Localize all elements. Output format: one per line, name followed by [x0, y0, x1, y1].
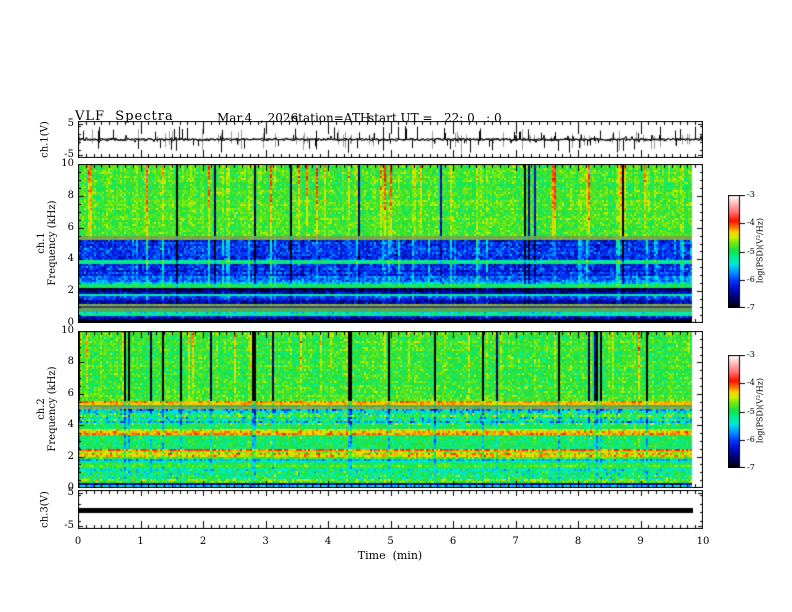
time-axis-tick-label: 7	[512, 536, 519, 547]
colorbar-tick-label: -6	[747, 434, 755, 444]
time-axis-tick-label: 1	[137, 536, 144, 547]
colorbar-tick-label: -5	[747, 406, 755, 416]
colorbar-tick-label: -6	[747, 274, 755, 284]
ch2-colorbar-unit-label: log(PSD)(V²/Hz)	[755, 377, 765, 443]
colorbar-tick-label: -4	[747, 378, 755, 388]
ch1-frequency-ytick-label: 2	[67, 285, 74, 297]
colorbar-tick-label: -3	[747, 190, 755, 199]
colorbar-tick-label: -3	[747, 350, 755, 359]
colorbar-tick-label: -7	[747, 463, 755, 472]
ch1-frequency-ytick-label: 4	[67, 253, 74, 265]
ch2-frequency-ylabel: ch.2 Frequency (kHz)	[36, 329, 58, 489]
time-axis-tick-label: 2	[199, 536, 207, 547]
ch1-frequency-ylabel: ch.1 Frequency (kHz)	[36, 163, 58, 323]
time-axis-tick-label: 9	[637, 536, 644, 547]
ch2-frequency-ylabel-line2: Frequency (kHz)	[47, 365, 58, 452]
ch1-frequency-ytick-label: 10	[61, 158, 74, 169]
time-axis-title: Time (min)	[357, 549, 423, 562]
ch1-frequency-ylabel-line2: Frequency (kHz)	[47, 199, 58, 286]
ch3-voltage-ytick-label: -5	[64, 520, 74, 532]
ch2-frequency-ytick-label: 2	[67, 450, 74, 462]
ch3-waveform-panel	[78, 490, 703, 529]
time-axis-tick-label: 4	[324, 536, 332, 547]
ch2-frequency-ytick-label: 6	[67, 387, 74, 399]
ch1-voltage-ytick-label: 5	[67, 117, 74, 129]
ch2-frequency-ytick-label: 8	[67, 356, 74, 368]
time-axis-tick-label: 6	[449, 536, 457, 547]
ch1-frequency-ytick-label: 6	[67, 221, 74, 233]
ch3-voltage-ylabel: ch.3(V)	[39, 490, 51, 528]
time-axis-tick-label: 3	[262, 536, 269, 547]
ch1-colorbar-unit-label: log(PSD)(V²/Hz)	[755, 217, 765, 283]
ch2-frequency-ylabel-line1: ch.2	[36, 397, 47, 420]
colorbar-tick-label: -5	[747, 246, 755, 256]
colorbar-tick-label: -4	[747, 218, 755, 228]
vlf-spectra-figure: VLF Spectra Mar.4 , 2026 station=ATH sta…	[0, 0, 792, 612]
colorbar-tick-label: -7	[747, 303, 755, 312]
ch3-voltage-ytick-label: 5	[67, 486, 74, 498]
ch1-spectrogram-panel	[78, 164, 703, 323]
ch1-waveform-panel	[78, 121, 703, 158]
ch1-frequency-ylabel-line1: ch.1	[36, 231, 47, 254]
ch1-colorbar	[728, 195, 746, 308]
ch2-frequency-ytick-label: 10	[61, 325, 74, 336]
ch2-spectrogram-panel	[78, 331, 703, 488]
ch2-colorbar	[728, 355, 746, 468]
ch2-frequency-ytick-label: 4	[67, 419, 74, 431]
time-axis-tick-label: 5	[387, 536, 394, 547]
time-axis-tick-label: 8	[574, 536, 582, 547]
ch1-frequency-ytick-label: 8	[67, 189, 74, 201]
time-axis-tick-label: 0	[74, 536, 82, 547]
time-axis-tick-label: 10	[696, 536, 710, 547]
